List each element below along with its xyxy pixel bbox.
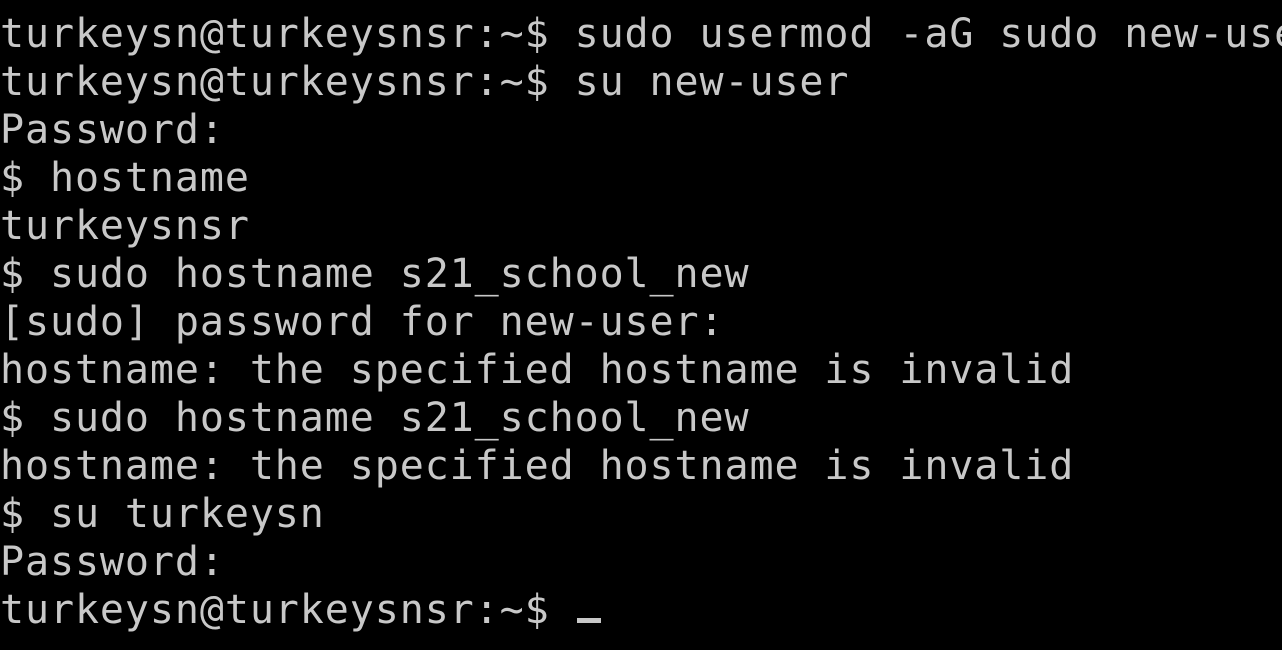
terminal-line-sudo-password-prompt: [sudo] password for new-user: [0,299,725,345]
terminal-line-password-prompt: Password: [0,539,225,585]
terminal-cursor [576,618,601,623]
terminal-line-sudo-hostname-command: $ sudo hostname s21_school_new [0,251,750,297]
terminal-line-hostname-command: $ hostname [0,155,250,201]
terminal-scrollback: turkeysn@turkeysnsr:~$ sudo usermod -aG … [0,0,1282,634]
shell-prompt: turkeysn@turkeysnsr:~$ [0,587,575,633]
terminal-window[interactable]: turkeysn@turkeysnsr:~$ sudo usermod -aG … [0,0,1282,650]
terminal-line-current-prompt[interactable]: turkeysn@turkeysnsr:~$ [0,586,1282,634]
terminal-line-password-prompt: Password: [0,107,225,153]
terminal-line-sudo-hostname-command: $ sudo hostname s21_school_new [0,395,750,441]
terminal-line-su-turkeysn-command: $ su turkeysn [0,491,325,537]
terminal-line-hostname-output: turkeysnsr [0,203,250,249]
terminal-line-hostname-error: hostname: the specified hostname is inva… [0,443,1075,489]
terminal-line-hostname-error: hostname: the specified hostname is inva… [0,347,1075,393]
terminal-line-su-new-user-command: turkeysn@turkeysnsr:~$ su new-user [0,59,850,105]
terminal-line-partial [0,0,1282,10]
terminal-line-usermod-command: turkeysn@turkeysnsr:~$ sudo usermod -aG … [0,11,1282,57]
